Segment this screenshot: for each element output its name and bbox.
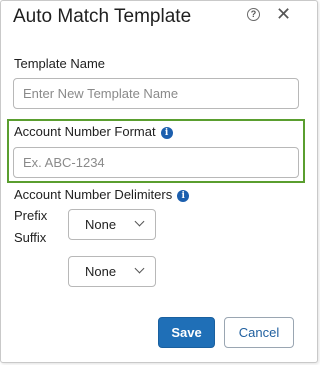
close-icon[interactable]: ✕ <box>276 4 291 24</box>
account-number-format-label: Account Number Format i <box>14 124 173 139</box>
account-number-format-label-text: Account Number Format <box>14 124 156 139</box>
chevron-down-icon <box>134 263 145 274</box>
account-number-delimiters-label: Account Number Delimiters i <box>14 187 190 202</box>
info-icon[interactable]: i <box>160 127 173 139</box>
auto-match-template-dialog: Auto Match Template ? ✕ Template Name Ac… <box>0 0 318 363</box>
save-button[interactable]: Save <box>158 317 215 348</box>
template-name-label: Template Name <box>14 56 106 71</box>
suffix-selected-value: None <box>85 264 117 279</box>
cancel-button[interactable]: Cancel <box>224 317 294 348</box>
template-name-input[interactable] <box>13 78 299 109</box>
account-number-format-input[interactable] <box>13 147 299 178</box>
suffix-label: Suffix <box>14 230 47 245</box>
prefix-select[interactable]: None <box>68 209 156 240</box>
help-icon[interactable]: ? <box>247 8 260 21</box>
dialog-title: Auto Match Template <box>13 6 192 27</box>
chevron-down-icon <box>134 216 145 227</box>
info-icon[interactable]: i <box>177 190 190 202</box>
prefix-selected-value: None <box>85 217 117 232</box>
account-number-delimiters-label-text: Account Number Delimiters <box>14 187 173 202</box>
suffix-select[interactable]: None <box>68 256 156 287</box>
prefix-label: Prefix <box>14 208 48 223</box>
